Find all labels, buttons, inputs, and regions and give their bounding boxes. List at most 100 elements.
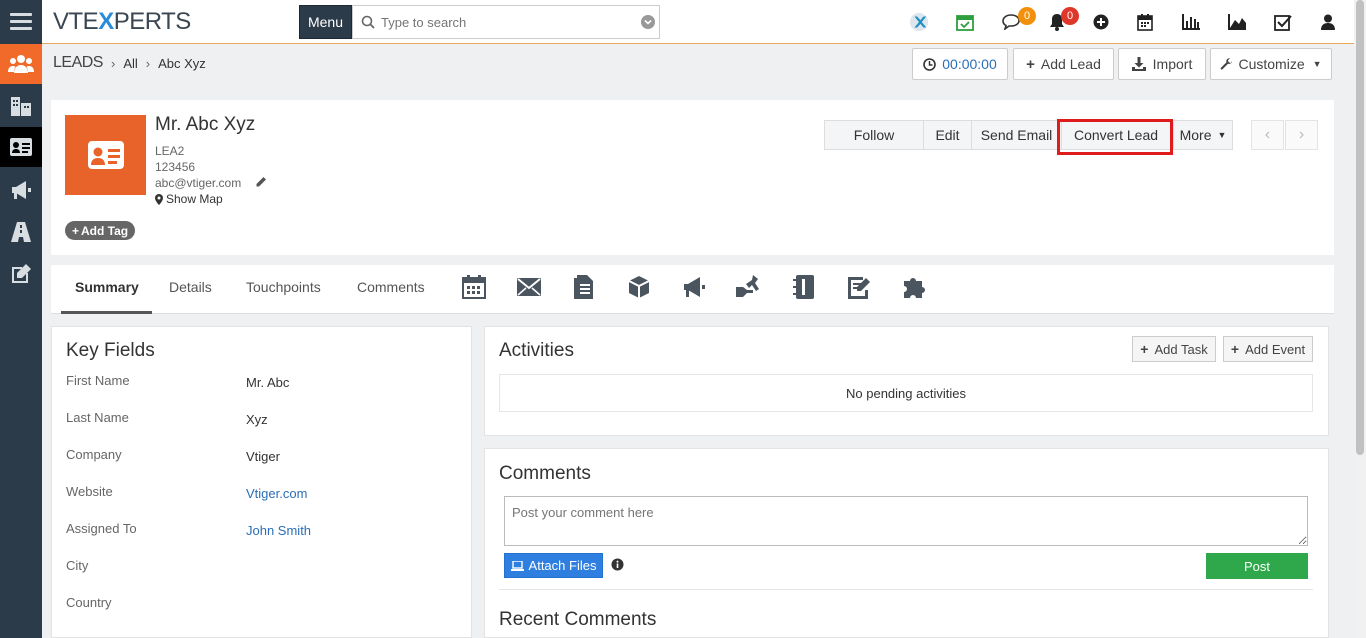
customize-button[interactable]: Customize ▼ bbox=[1210, 48, 1332, 80]
info-icon[interactable] bbox=[611, 558, 624, 571]
caret-down-icon: ▼ bbox=[1312, 59, 1322, 69]
search-input[interactable] bbox=[381, 14, 641, 30]
vtexperts-x-icon[interactable] bbox=[909, 12, 929, 32]
plus-icon: + bbox=[1140, 341, 1149, 357]
search-icon bbox=[361, 15, 375, 29]
download-tray-icon bbox=[1131, 57, 1146, 71]
area-chart-icon[interactable] bbox=[1227, 12, 1247, 32]
tab-email-envelope-icon[interactable] bbox=[515, 274, 543, 300]
tasks-checkbox-icon[interactable] bbox=[1273, 12, 1293, 32]
page-scrollbar-thumb[interactable] bbox=[1356, 0, 1364, 455]
calendar-icon[interactable] bbox=[1135, 12, 1155, 32]
sidebar-campaigns-megaphone-icon[interactable] bbox=[0, 170, 42, 210]
tab-campaigns-megaphone-icon[interactable] bbox=[680, 274, 708, 300]
sidebar-roads-icon[interactable] bbox=[0, 212, 42, 252]
add-tag-button[interactable]: + Add Tag bbox=[65, 221, 136, 240]
timer-button[interactable]: 00:00:00 bbox=[912, 48, 1008, 80]
brand-logo[interactable]: VTEXPERTS bbox=[53, 8, 191, 36]
lead-number: LEA2 bbox=[155, 144, 185, 158]
previous-record-button[interactable]: ‹ bbox=[1251, 120, 1284, 150]
tab-comments[interactable]: Comments bbox=[357, 279, 425, 295]
post-comment-button[interactable]: Post bbox=[1206, 553, 1308, 579]
sidebar-contacts-card-icon[interactable] bbox=[0, 127, 42, 167]
search-dropdown-icon[interactable] bbox=[641, 15, 655, 29]
add-lead-label: Add Lead bbox=[1040, 56, 1101, 72]
reports-bar-chart-icon[interactable] bbox=[1181, 12, 1201, 32]
quick-create-plus-icon[interactable] bbox=[1091, 12, 1111, 32]
chat-notification-badge: 0 bbox=[1018, 7, 1036, 25]
convert-lead-highlight-box bbox=[1057, 119, 1173, 155]
add-lead-button[interactable]: + Add Lead bbox=[1013, 48, 1114, 80]
field-value-company[interactable]: Vtiger bbox=[246, 449, 280, 464]
breadcrumb-filter[interactable]: All bbox=[123, 56, 137, 71]
no-activities-message: No pending activities bbox=[499, 374, 1313, 412]
field-value-website-link[interactable]: Vtiger.com bbox=[246, 486, 307, 501]
key-fields-title: Key Fields bbox=[66, 340, 155, 361]
lead-phone: 123456 bbox=[155, 160, 196, 174]
chevron-left-icon: ‹ bbox=[1264, 126, 1271, 143]
tab-details[interactable]: Details bbox=[169, 279, 212, 295]
tab-extensions-puzzle-icon[interactable] bbox=[900, 274, 928, 300]
next-record-button[interactable]: › bbox=[1285, 120, 1318, 150]
tab-calendar-icon[interactable] bbox=[460, 274, 488, 300]
tab-quotes-ledger-icon[interactable] bbox=[790, 274, 818, 300]
field-label-city: City bbox=[66, 558, 89, 573]
breadcrumb-record: Abc Xyz bbox=[158, 55, 206, 71]
tab-products-cube-icon[interactable] bbox=[625, 274, 653, 300]
sidebar-leads-group-icon[interactable] bbox=[0, 44, 42, 84]
field-label-country: Country bbox=[66, 595, 112, 610]
attach-files-label: Attach Files bbox=[528, 558, 597, 573]
sidebar-organizations-icon[interactable] bbox=[0, 86, 42, 126]
lead-contact-card-icon bbox=[65, 115, 146, 195]
tab-summary[interactable]: Summary bbox=[75, 279, 139, 295]
calendar-check-icon[interactable] bbox=[955, 12, 975, 32]
tab-documents-icon[interactable] bbox=[570, 274, 598, 300]
show-map-link[interactable]: Show Map bbox=[155, 192, 223, 206]
record-title: Mr. Abc Xyz bbox=[155, 114, 256, 135]
breadcrumb-module[interactable]: LEADS bbox=[53, 54, 103, 72]
timer-value: 00:00:00 bbox=[942, 56, 997, 72]
tab-touchpoints[interactable]: Touchpoints bbox=[246, 279, 321, 295]
send-email-button[interactable]: Send Email bbox=[971, 120, 1062, 150]
menu-button[interactable]: Menu bbox=[299, 5, 352, 39]
bell-notification-badge: 0 bbox=[1061, 7, 1079, 25]
tab-helpdesk-tools-icon[interactable] bbox=[735, 274, 763, 300]
breadcrumb: LEADS › All › Abc Xyz bbox=[53, 54, 206, 72]
field-label-assigned-to: Assigned To bbox=[66, 521, 137, 536]
add-task-button[interactable]: + Add Task bbox=[1132, 336, 1216, 362]
show-map-label: Show Map bbox=[166, 192, 223, 206]
add-event-label: Add Event bbox=[1245, 341, 1306, 357]
more-label: More bbox=[1179, 127, 1212, 143]
field-value-assigned-to-link[interactable]: John Smith bbox=[246, 523, 311, 538]
field-value-first-name[interactable]: Mr. Abc bbox=[246, 375, 289, 390]
comments-title: Comments bbox=[499, 463, 591, 484]
user-profile-icon[interactable] bbox=[1318, 12, 1338, 32]
edit-button[interactable]: Edit bbox=[923, 120, 972, 150]
import-button[interactable]: Import bbox=[1118, 48, 1206, 80]
import-label: Import bbox=[1152, 56, 1193, 72]
recent-comments-title: Recent Comments bbox=[499, 609, 657, 630]
caret-down-icon: ▼ bbox=[1217, 130, 1227, 140]
follow-button[interactable]: Follow bbox=[824, 120, 924, 150]
more-dropdown-button[interactable]: More ▼ bbox=[1173, 120, 1233, 150]
customize-label: Customize bbox=[1238, 56, 1305, 72]
tab-notes-edit-icon[interactable] bbox=[845, 274, 873, 300]
add-task-label: Add Task bbox=[1154, 341, 1208, 357]
clock-icon bbox=[923, 57, 937, 71]
sidebar-edit-icon[interactable] bbox=[0, 254, 42, 294]
lead-email: abc@vtiger.com bbox=[155, 176, 242, 190]
wrench-icon bbox=[1221, 57, 1233, 70]
map-marker-icon bbox=[155, 193, 163, 205]
hamburger-menu-icon[interactable] bbox=[0, 0, 42, 44]
field-label-last-name: Last Name bbox=[66, 410, 129, 425]
add-event-button[interactable]: + Add Event bbox=[1223, 336, 1313, 362]
field-label-first-name: First Name bbox=[66, 373, 130, 388]
field-value-last-name[interactable]: Xyz bbox=[246, 412, 268, 427]
comments-divider bbox=[499, 589, 1313, 590]
comment-textarea[interactable] bbox=[504, 496, 1308, 546]
chevron-right-icon: › bbox=[110, 55, 116, 71]
top-navigation-bar bbox=[42, 0, 1354, 44]
field-label-website: Website bbox=[66, 484, 113, 499]
attach-files-button[interactable]: Attach Files bbox=[504, 553, 603, 578]
pencil-edit-icon[interactable] bbox=[255, 176, 267, 191]
